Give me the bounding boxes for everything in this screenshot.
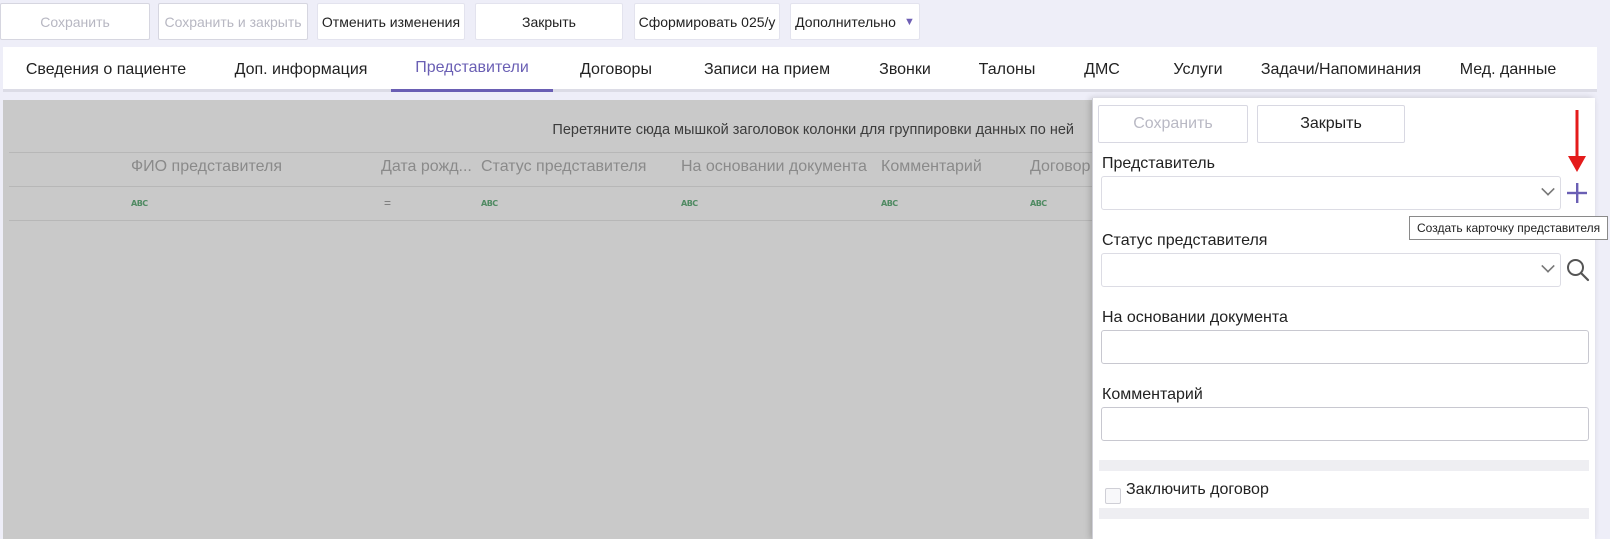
save-and-close-button[interactable]: Сохранить и закрыть bbox=[158, 3, 308, 40]
tab-tasks[interactable]: Задачи/Напоминания bbox=[1251, 47, 1431, 92]
cancel-changes-button[interactable]: Отменить изменения bbox=[317, 3, 465, 40]
tab-services[interactable]: Услуги bbox=[1145, 47, 1251, 92]
representatives-grid: Перетяните сюда мышкой заголовок колонки… bbox=[3, 100, 1098, 539]
column-header-comment[interactable]: Комментарий bbox=[881, 158, 982, 176]
column-header-fio[interactable]: ФИО представителя bbox=[131, 158, 282, 176]
tab-contracts[interactable]: Договоры bbox=[553, 47, 679, 92]
grid-divider bbox=[9, 186, 1098, 187]
tab-additional-info[interactable]: Доп. информация bbox=[209, 47, 393, 92]
red-arrow-icon bbox=[1568, 110, 1586, 172]
grid-divider bbox=[9, 152, 1098, 153]
column-header-status[interactable]: Статус представителя bbox=[481, 158, 646, 176]
create-representative-tooltip: Создать карточку представителя bbox=[1409, 216, 1609, 240]
tab-representatives[interactable]: Представители bbox=[391, 47, 553, 92]
form-025-button[interactable]: Сформировать 025/у bbox=[634, 3, 780, 40]
representative-edit-panel: Сохранить Закрыть Представитель Статус п… bbox=[1092, 98, 1595, 539]
more-dropdown[interactable]: Дополнительно ▼ bbox=[790, 3, 920, 40]
panel-close-button[interactable]: Закрыть bbox=[1257, 105, 1405, 143]
group-panel-hint[interactable]: Перетяните сюда мышкой заголовок колонки… bbox=[3, 122, 1074, 138]
tab-bar: Сведения о пациенте Доп. информация Пред… bbox=[3, 47, 1597, 92]
tab-appointments[interactable]: Записи на прием bbox=[679, 47, 855, 92]
search-icon[interactable] bbox=[1565, 257, 1591, 283]
text-filter-icon[interactable]: ABC bbox=[881, 199, 898, 208]
text-filter-icon[interactable]: ABC bbox=[131, 199, 148, 208]
more-label: Дополнительно bbox=[795, 13, 896, 30]
tab-medical-data[interactable]: Мед. данные bbox=[1433, 47, 1583, 92]
tab-dms[interactable]: ДМС bbox=[1059, 47, 1145, 92]
text-filter-icon[interactable]: ABC bbox=[481, 199, 498, 208]
section-divider bbox=[1099, 508, 1589, 519]
status-combobox[interactable] bbox=[1101, 253, 1561, 287]
status-label: Статус представителя bbox=[1102, 232, 1268, 249]
comment-input[interactable] bbox=[1101, 407, 1589, 441]
contract-checkbox[interactable] bbox=[1105, 488, 1121, 504]
tab-coupons[interactable]: Талоны bbox=[955, 47, 1059, 92]
equals-filter-icon[interactable]: = bbox=[384, 196, 391, 210]
column-header-contract[interactable]: Договор bbox=[1030, 158, 1090, 176]
tab-calls[interactable]: Звонки bbox=[855, 47, 955, 92]
chevron-down-icon[interactable] bbox=[1541, 259, 1555, 273]
chevron-down-icon[interactable] bbox=[1541, 182, 1555, 196]
plus-icon[interactable] bbox=[1565, 181, 1589, 205]
close-button[interactable]: Закрыть bbox=[475, 3, 623, 40]
grid-divider bbox=[9, 220, 1098, 221]
column-header-document[interactable]: На основании документа bbox=[681, 158, 867, 176]
comment-label: Комментарий bbox=[1102, 386, 1203, 403]
text-filter-icon[interactable]: ABC bbox=[681, 199, 698, 208]
representative-label: Представитель bbox=[1102, 155, 1215, 172]
save-button[interactable]: Сохранить bbox=[0, 3, 150, 40]
chevron-down-icon: ▼ bbox=[903, 15, 915, 28]
section-divider bbox=[1099, 460, 1589, 471]
panel-save-button[interactable]: Сохранить bbox=[1098, 105, 1248, 143]
column-header-birth-date[interactable]: Дата рожд... bbox=[381, 158, 472, 176]
representative-combobox[interactable] bbox=[1101, 176, 1561, 210]
document-input[interactable] bbox=[1101, 330, 1589, 364]
contract-checkbox-label[interactable]: Заключить договор bbox=[1126, 481, 1269, 499]
tab-patient-info[interactable]: Сведения о пациенте bbox=[3, 47, 209, 92]
document-label: На основании документа bbox=[1102, 309, 1288, 326]
text-filter-icon[interactable]: ABC bbox=[1030, 199, 1047, 208]
